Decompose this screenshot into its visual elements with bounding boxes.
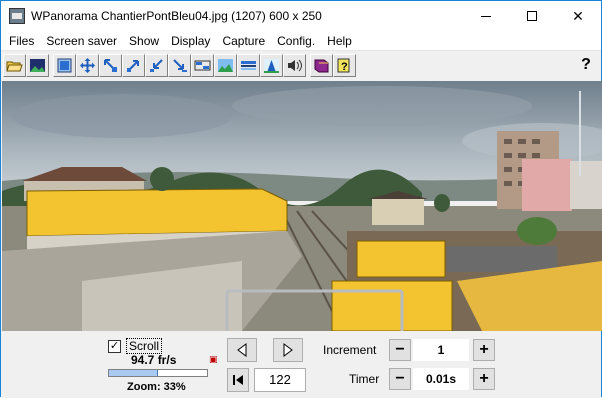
increment-value[interactable]: 1 [413, 339, 469, 361]
speed-slider-fill [109, 370, 158, 376]
play-left-button[interactable] [227, 338, 257, 362]
flat-view-button[interactable] [237, 53, 260, 77]
app-icon[interactable] [9, 8, 25, 24]
panorama-image [2, 81, 602, 331]
zoom-in-arrow-icon [127, 59, 139, 72]
minimize-button[interactable] [463, 1, 509, 31]
open-file-icon [6, 61, 23, 71]
flat-view-icon [241, 60, 256, 70]
shrink-arrow-icon [150, 58, 163, 72]
toolbar: ? ? [1, 51, 601, 79]
sound-icon [288, 59, 302, 71]
play-left-icon [237, 343, 247, 357]
close-icon: ✕ [572, 7, 584, 24]
close-button[interactable]: ✕ [555, 1, 601, 31]
zoom-out-arrow-icon [104, 58, 117, 72]
panorama-view[interactable] [2, 81, 602, 331]
position-field[interactable]: 122 [254, 368, 306, 392]
svg-text:?: ? [341, 61, 348, 73]
sound-button[interactable] [283, 53, 306, 77]
menu-help[interactable]: Help [321, 31, 358, 51]
skip-to-start-icon [233, 375, 243, 385]
menu-config[interactable]: Config. [271, 31, 321, 51]
timer-minus-button[interactable]: − [389, 368, 411, 390]
increment-plus-button[interactable]: + [473, 339, 495, 361]
menu-show[interactable]: Show [123, 31, 165, 51]
help-book-icon: ? [337, 58, 350, 73]
move-button[interactable] [76, 53, 99, 77]
move-arrows-icon [80, 57, 95, 73]
fit-window-icon [57, 58, 72, 72]
landscape-icon [218, 58, 233, 72]
skip-to-start-button[interactable] [227, 368, 249, 392]
menu-files[interactable]: Files [3, 31, 40, 51]
expand-button[interactable] [168, 53, 191, 77]
increment-minus-button[interactable]: − [389, 339, 411, 361]
menu-capture[interactable]: Capture [216, 31, 271, 51]
book-button[interactable] [310, 53, 333, 77]
timer-value[interactable]: 0.01s [413, 368, 469, 390]
picture-button[interactable] [26, 53, 49, 77]
play-right-button[interactable] [273, 338, 303, 362]
minimize-icon [481, 15, 491, 17]
window-title: WPanorama ChantierPontBleu04.jpg (1207) … [31, 9, 322, 23]
title-bar[interactable]: WPanorama ChantierPontBleu04.jpg (1207) … [1, 1, 601, 31]
timer-label: Timer [349, 372, 380, 386]
maximize-icon [527, 11, 537, 21]
shrink-button[interactable] [145, 53, 168, 77]
book-icon [314, 59, 329, 72]
landscape-shadow-button[interactable] [260, 53, 283, 77]
stop-icon[interactable]: ▣ [209, 354, 219, 364]
speed-readout: 94.7 fr/s [131, 353, 177, 367]
maximize-button[interactable] [509, 1, 555, 31]
menu-screen-saver[interactable]: Screen saver [40, 31, 123, 51]
speed-slider[interactable] [108, 369, 208, 377]
zoom-readout: Zoom: 33% [127, 381, 186, 393]
menu-display[interactable]: Display [165, 31, 216, 51]
landscape-button[interactable] [214, 53, 237, 77]
picture-icon [30, 58, 45, 72]
sequence-icon [194, 60, 211, 70]
help-book-button[interactable]: ? [333, 53, 356, 77]
landscape-shadow-icon [264, 58, 279, 73]
timer-plus-button[interactable]: + [473, 368, 495, 390]
control-panel: ✓ Scroll 94.7 fr/s ▣ Zoom: 33% 122 Incre… [1, 332, 601, 398]
open-file-button[interactable] [3, 53, 26, 77]
app-window: WPanorama ChantierPontBleu04.jpg (1207) … [0, 0, 602, 398]
increment-label: Increment [323, 343, 377, 357]
sequence-button[interactable] [191, 53, 214, 77]
context-help-button[interactable]: ? [575, 54, 597, 76]
play-right-icon [283, 343, 293, 357]
scroll-label[interactable]: Scroll [126, 338, 163, 354]
menu-bar: Files Screen saver Show Display Capture … [1, 31, 601, 51]
expand-arrow-icon [173, 58, 187, 72]
scroll-checkbox-row[interactable]: ✓ Scroll [108, 338, 163, 354]
zoom-out-button[interactable] [99, 53, 122, 77]
scroll-checkbox[interactable]: ✓ [108, 339, 121, 353]
fit-window-button[interactable] [53, 53, 76, 77]
zoom-in-button[interactable] [122, 53, 145, 77]
